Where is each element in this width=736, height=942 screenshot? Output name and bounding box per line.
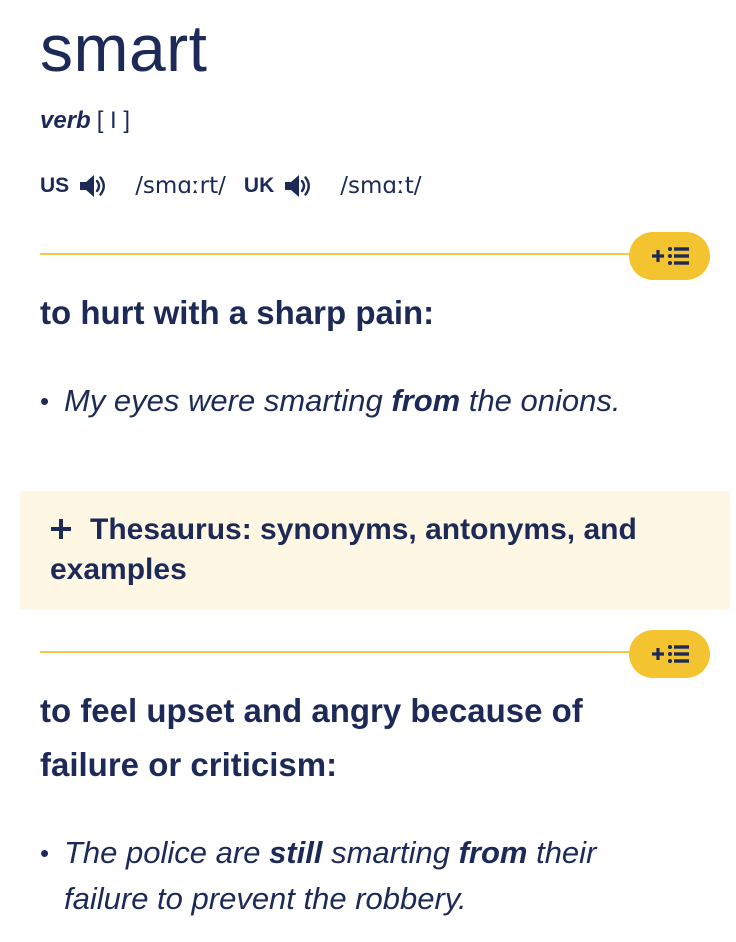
add-to-list-button[interactable]: [629, 232, 710, 280]
definition-2: to feel upset and angry because of failu…: [40, 692, 583, 783]
example-text: The police are still smarting from their…: [64, 835, 597, 916]
speaker-icon[interactable]: [282, 170, 314, 202]
dictionary-entry: smart verb[ I ] US /smɑːrt/ UK /smɑːt/ t…: [0, 0, 736, 942]
sense-divider: [40, 651, 640, 653]
region-label-uk: UK: [243, 174, 275, 197]
ipa-us: /smɑːrt/: [135, 173, 226, 199]
headword: smart: [40, 11, 208, 85]
ipa-uk: /smɑːt/: [340, 173, 422, 199]
part-of-speech: verb: [40, 107, 91, 134]
region-label-us: US: [40, 174, 70, 197]
plus-list-icon: [651, 645, 689, 663]
add-to-list-button[interactable]: [629, 630, 710, 678]
sense-divider: [40, 253, 640, 255]
thesaurus-label: Thesaurus: synonyms, antonyms, and examp…: [50, 513, 637, 586]
pronunciation-line: US /smɑːrt/ UK /smɑːt/: [40, 168, 440, 204]
grammar-code: [ I ]: [96, 107, 131, 134]
part-of-speech-line: verb[ I ]: [40, 106, 130, 136]
bullet: •: [40, 838, 50, 868]
definition-1: to hurt with a sharp pain:: [40, 294, 435, 331]
bullet: •: [40, 386, 50, 416]
plus-icon: [51, 519, 71, 539]
example-2: • The police are still smarting from the…: [40, 830, 680, 922]
speaker-icon[interactable]: [77, 170, 109, 202]
example-text: My eyes were smarting from the onions.: [64, 383, 621, 418]
plus-list-icon: [651, 247, 689, 265]
thesaurus-panel[interactable]: Thesaurus: synonyms, antonyms, and examp…: [20, 491, 730, 610]
thesaurus-link[interactable]: Thesaurus: synonyms, antonyms, and examp…: [50, 510, 710, 590]
example-1: • My eyes were smarting from the onions.: [40, 378, 680, 424]
